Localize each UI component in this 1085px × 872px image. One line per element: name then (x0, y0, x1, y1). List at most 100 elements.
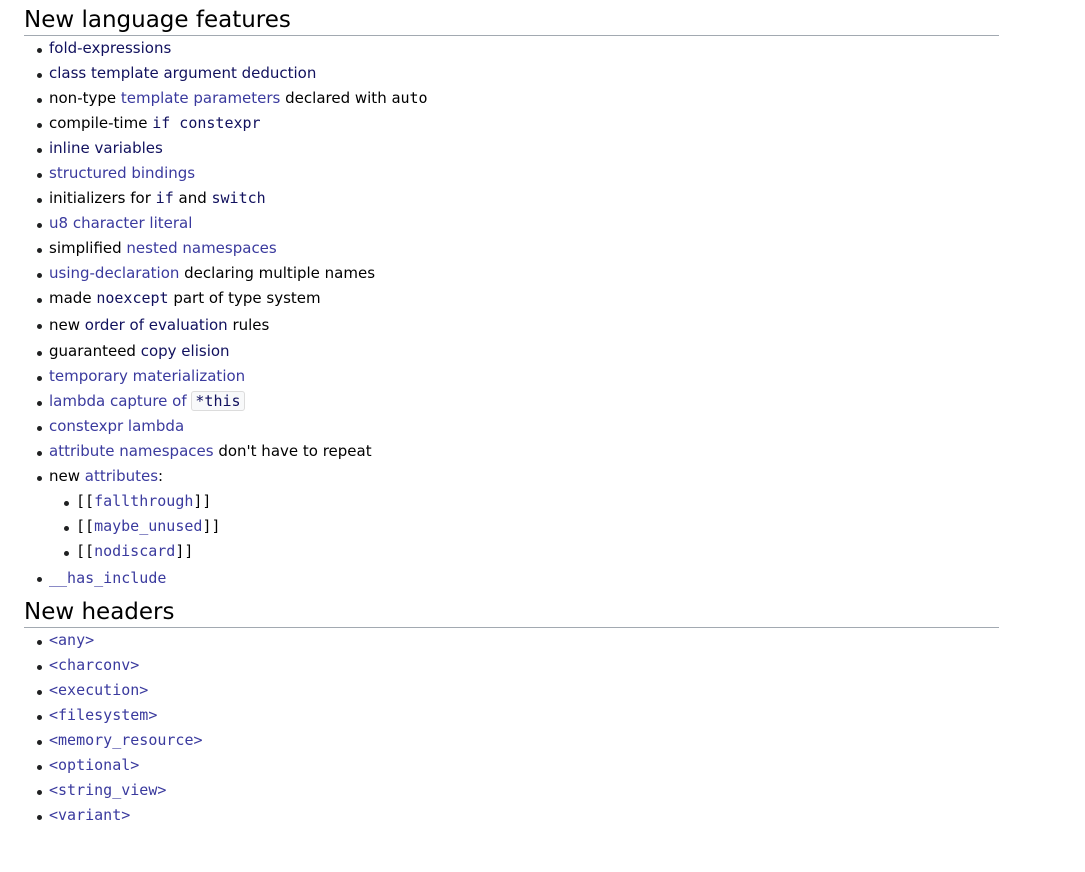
link-header-execution[interactable]: <execution> (49, 681, 148, 699)
bullet-icon (37, 97, 42, 103)
item-text: made (49, 289, 97, 307)
item-text: don't have to repeat (213, 442, 372, 460)
bullet-icon (37, 714, 42, 720)
list-item: attribute namespaces don't have to repea… (24, 439, 999, 464)
code-star-this[interactable]: *this (191, 391, 245, 411)
link-inline-variables[interactable]: inline variables (49, 139, 163, 157)
link-header-filesystem[interactable]: <filesystem> (49, 706, 157, 724)
code-auto: auto (391, 89, 428, 107)
list-item: new attributes: (24, 464, 999, 489)
item-text: rules (227, 316, 270, 334)
bullet-icon (37, 47, 42, 53)
item-text: and (173, 189, 212, 207)
item-text: new (49, 316, 85, 334)
link-header-optional[interactable]: <optional> (49, 756, 139, 774)
bullet-icon (37, 172, 42, 178)
bracket-open: [[ (76, 492, 95, 510)
link-constexpr-lambda[interactable]: constexpr lambda (49, 417, 184, 435)
link-attribute-namespaces[interactable]: attribute namespaces (49, 442, 214, 460)
bullet-icon (37, 272, 42, 278)
link-noexcept[interactable]: noexcept (96, 289, 168, 307)
bullet-icon (37, 375, 42, 381)
list-item: temporary materialization (24, 364, 999, 389)
item-text: : (158, 467, 164, 485)
bullet-icon (37, 764, 42, 770)
link-u8-character-literal[interactable]: u8 character literal (49, 214, 192, 232)
bullet-icon (37, 122, 42, 128)
bullet-icon (37, 577, 42, 582)
link-class-template-argument-deduction[interactable]: class template argument deduction (49, 64, 316, 82)
link-nodiscard[interactable]: nodiscard (94, 542, 175, 560)
bullet-icon (37, 400, 42, 406)
list-item: non-type template parameters declared wi… (24, 86, 999, 111)
list-item: structured bindings (24, 161, 999, 186)
item-text: declaring multiple names (179, 264, 376, 282)
item-text: non-type (49, 89, 121, 107)
list-item: initializers for if and switch (24, 186, 999, 211)
list-item: [[nodiscard]] (24, 539, 999, 564)
bullet-icon (64, 500, 69, 506)
link-nested-namespaces[interactable]: nested namespaces (126, 239, 276, 257)
link-has-include[interactable]: __has_include (49, 569, 166, 587)
link-copy-elision[interactable]: copy elision (141, 342, 230, 360)
item-text: part of type system (168, 289, 321, 307)
link-fold-expressions[interactable]: fold-expressions (49, 39, 171, 57)
bullet-icon (37, 425, 42, 431)
item-text: simplified (49, 239, 127, 257)
list-item: [[fallthrough]] (24, 489, 999, 514)
list-item: using-declaration declaring multiple nam… (24, 261, 999, 286)
bullet-icon (37, 639, 42, 645)
list-item: <memory_resource> (24, 728, 999, 753)
link-header-charconv[interactable]: <charconv> (49, 656, 139, 674)
list-item: guaranteed copy elision (24, 339, 999, 364)
bullet-icon (37, 247, 42, 253)
bullet-icon (37, 72, 42, 78)
list-item: class template argument deduction (24, 61, 999, 86)
list-item: __has_include (24, 564, 999, 592)
link-template-parameters[interactable]: template parameters (121, 89, 281, 107)
bullet-icon (37, 350, 42, 356)
list-item: lambda capture of *this (24, 389, 999, 414)
list-item: <charconv> (24, 653, 999, 678)
link-temporary-materialization[interactable]: temporary materialization (49, 367, 245, 385)
bullet-icon (37, 297, 42, 303)
link-using-declaration[interactable]: using-declaration (49, 264, 179, 282)
language-features-list-tail: __has_include (24, 564, 999, 592)
link-header-any[interactable]: <any> (49, 631, 94, 649)
link-order-of-evaluation[interactable]: order of evaluation (85, 316, 228, 334)
list-item: [[maybe_unused]] (24, 514, 999, 539)
bracket-close: ]] (175, 542, 194, 560)
list-item: fold-expressions (24, 36, 999, 61)
item-text: initializers for (49, 189, 156, 207)
link-maybe-unused[interactable]: maybe_unused (94, 517, 202, 535)
bullet-icon (64, 550, 69, 556)
link-switch[interactable]: switch (212, 189, 266, 207)
list-item: inline variables (24, 136, 999, 161)
link-if-constexpr[interactable]: if constexpr (152, 114, 260, 132)
link-header-string-view[interactable]: <string_view> (49, 781, 166, 799)
list-item: <string_view> (24, 778, 999, 803)
bullet-icon (37, 324, 42, 329)
list-item: compile-time if constexpr (24, 111, 999, 136)
link-structured-bindings[interactable]: structured bindings (49, 164, 195, 182)
link-header-variant[interactable]: <variant> (49, 806, 130, 824)
list-item: <variant> (24, 803, 999, 828)
link-fallthrough[interactable]: fallthrough (94, 492, 193, 510)
bullet-icon (37, 450, 42, 456)
bullet-icon (37, 814, 42, 820)
link-lambda-capture-of[interactable]: lambda capture of (49, 392, 191, 410)
item-text: new (49, 467, 85, 485)
section-heading-new-headers: New headers (24, 592, 999, 628)
link-if[interactable]: if (156, 189, 174, 207)
list-item: constexpr lambda (24, 414, 999, 439)
bullet-icon (37, 147, 42, 153)
bullet-icon (37, 222, 42, 228)
item-text: compile-time (49, 114, 153, 132)
link-attributes[interactable]: attributes (85, 467, 158, 485)
list-item: new order of evaluation rules (24, 311, 999, 339)
bullet-icon (37, 789, 42, 795)
link-header-memory-resource[interactable]: <memory_resource> (49, 731, 203, 749)
bracket-open: [[ (76, 542, 95, 560)
bracket-open: [[ (76, 517, 95, 535)
section-heading-language-features: New language features (24, 0, 999, 36)
